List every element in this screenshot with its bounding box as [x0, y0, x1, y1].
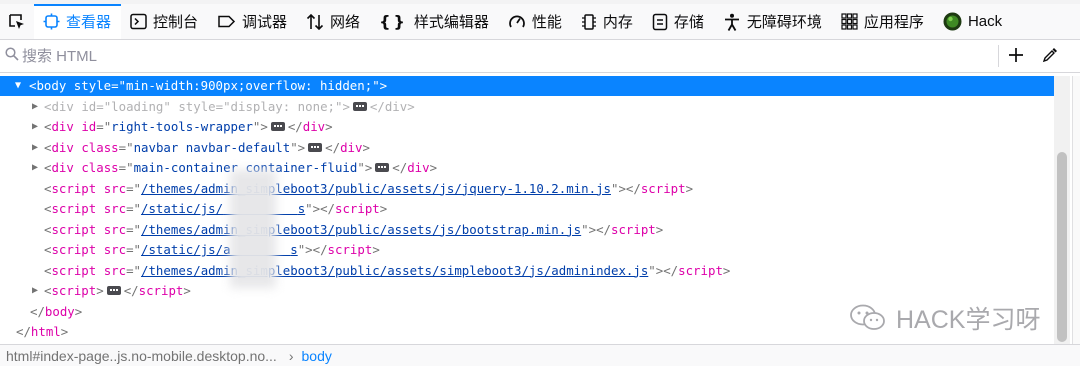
ellipsis-icon[interactable]: [352, 101, 367, 111]
attr-value: right-tools-wrapper: [111, 119, 253, 134]
script-src-link[interactable]: /themes/admin_simpleboot3/public/assets/…: [141, 222, 581, 237]
breadcrumb: html#index-page..js.no-mobile.desktop.no…: [0, 344, 1080, 366]
tree-node-script[interactable]: <script src="/themes/admin_simpleboot3/p…: [0, 220, 1054, 240]
tab-label: 无障碍环境: [746, 14, 822, 31]
script-src-link[interactable]: /static/js/ s: [141, 201, 305, 216]
element-picker-button[interactable]: [0, 4, 34, 39]
debugger-icon: [217, 13, 236, 30]
script-src-link[interactable]: /themes/admin_simpleboot3/public/assets/…: [141, 181, 611, 196]
plus-icon: [1009, 48, 1023, 62]
tab-label: 内存: [602, 14, 633, 31]
expand-arrow-icon[interactable]: ▶: [32, 281, 38, 301]
search-icon: [5, 47, 19, 66]
attr-value: display: none;: [230, 98, 335, 114]
search-input[interactable]: [22, 44, 982, 68]
tree-node-body[interactable]: ▼ <body style="min-width:900px;overflow:…: [0, 76, 1054, 96]
tree-node-div-right-tools[interactable]: ▶ <div id="right-tools-wrapper"> </div>: [0, 117, 1054, 137]
tab-hackbar[interactable]: Hack: [934, 4, 1012, 39]
network-icon: [306, 13, 324, 31]
watermark: HACK学习呀: [848, 300, 1040, 336]
ellipsis-icon[interactable]: [270, 122, 285, 131]
attr-value: navbar navbar-default: [133, 139, 291, 155]
tab-memory[interactable]: 内存: [572, 4, 643, 39]
tab-label: 调试器: [242, 14, 288, 31]
expand-arrow-icon[interactable]: ▶: [32, 158, 38, 178]
scrollbar-thumb[interactable]: [1057, 152, 1067, 342]
ellipsis-icon[interactable]: [308, 142, 323, 152]
expand-arrow-icon[interactable]: ▶: [32, 97, 38, 117]
hackbar-icon: [943, 12, 962, 31]
ellipsis-icon[interactable]: [375, 163, 390, 172]
element-picker-icon: [9, 13, 24, 29]
tag-name: body: [36, 78, 67, 93]
redaction-blur: [230, 170, 276, 288]
tag-name: html: [30, 324, 61, 339]
tab-label: 存储: [673, 14, 704, 31]
tree-node-div-main[interactable]: ▶ <div class="main-container container-f…: [0, 158, 1054, 178]
performance-icon: [508, 13, 526, 31]
tab-performance[interactable]: 性能: [499, 4, 572, 39]
breadcrumb-current[interactable]: body: [302, 348, 332, 364]
toolbar-divider: [998, 45, 999, 67]
tree-node-div-navbar[interactable]: ▶ <div class="navbar navbar-default"> </d…: [0, 138, 1054, 158]
attr-value: loading: [111, 98, 164, 114]
add-node-button[interactable]: [1005, 44, 1027, 66]
eyedropper-button[interactable]: [1039, 44, 1061, 66]
tab-debugger[interactable]: 调试器: [208, 4, 297, 39]
tab-label: 性能: [531, 14, 562, 31]
side-panel-edge: [1072, 76, 1080, 344]
tab-application[interactable]: 应用程序: [832, 4, 934, 39]
tree-node-div-loading[interactable]: ▶ <div id="loading" style="display: none…: [0, 97, 1054, 117]
script-src-link[interactable]: /themes/admin_simpleboot3/public/assets/…: [141, 263, 648, 278]
application-icon: [841, 13, 858, 30]
tab-inspector[interactable]: 查看器: [34, 4, 122, 39]
tree-node-script[interactable]: <script src="/static/js/ s"></script>: [0, 199, 1054, 219]
tab-label: Hack: [967, 13, 1003, 30]
tab-network[interactable]: 网络: [297, 4, 370, 39]
expand-arrow-icon[interactable]: ▶: [32, 138, 38, 158]
search-row: [0, 40, 1080, 73]
storage-icon: [652, 13, 668, 31]
inspector-icon: [43, 13, 60, 30]
ellipsis-icon[interactable]: [106, 286, 121, 295]
tag-name: body: [44, 303, 75, 319]
tag-name: script: [51, 283, 97, 298]
chevron-right-icon: ›: [288, 347, 294, 364]
breadcrumb-item[interactable]: html#index-page..js.no-mobile.desktop.no…: [0, 348, 277, 364]
tab-console[interactable]: 控制台: [121, 4, 208, 39]
devtools-toolbar: 查看器 控制台 调试器 网络 {} 样式编辑器 性能 内存 存储 无障碍环境 应…: [0, 4, 1080, 40]
expand-arrow-icon[interactable]: ▶: [32, 117, 38, 137]
console-icon: [130, 13, 147, 30]
watermark-text: HACK学习呀: [896, 306, 1041, 334]
tab-label: 控制台: [153, 14, 199, 31]
tree-node-script-inline[interactable]: ▶ <script> </script>: [0, 281, 1054, 301]
tree-node-script[interactable]: <script src="/themes/admin_simpleboot3/p…: [0, 179, 1054, 199]
tab-style-editor[interactable]: {} 样式编辑器: [370, 4, 499, 39]
tab-label: 应用程序: [863, 14, 924, 31]
collapse-arrow-icon[interactable]: ▼: [15, 76, 21, 96]
tree-node-script[interactable]: <script src="/static/js/a s"></script>: [0, 240, 1054, 260]
style-editor-icon: {}: [379, 12, 408, 31]
accessibility-icon: [723, 13, 741, 31]
tree-node-script[interactable]: <script src="/themes/admin_simpleboot3/p…: [0, 261, 1054, 281]
attr-name: style: [73, 78, 112, 93]
memory-icon: [581, 13, 597, 31]
tab-label: 网络: [330, 14, 361, 31]
eyedropper-icon: [1042, 48, 1057, 63]
tab-label: 查看器: [66, 14, 112, 31]
tab-label: 样式编辑器: [413, 14, 489, 31]
wechat-icon: [850, 304, 885, 330]
tab-accessibility[interactable]: 无障碍环境: [714, 4, 832, 39]
tab-storage[interactable]: 存储: [643, 4, 714, 39]
attr-value: min-width:900px;overflow: hidden;: [126, 78, 373, 93]
